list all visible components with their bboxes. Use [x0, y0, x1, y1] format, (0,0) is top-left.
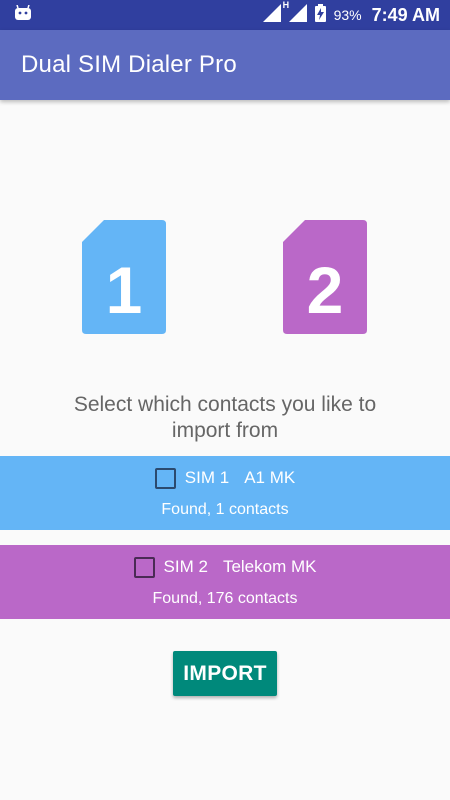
sim2-checkbox[interactable] — [133, 556, 155, 578]
android-debug-icon — [14, 4, 32, 26]
sim2-carrier: Telekom MK — [222, 557, 317, 576]
sim2-card-icon[interactable]: 2 — [283, 220, 367, 334]
status-left — [14, 4, 32, 26]
sim1-card-icon[interactable]: 1 — [82, 220, 166, 334]
status-right: H 93% 7:49 AM — [262, 0, 440, 27]
sim1-carrier: A1 MK — [244, 468, 296, 487]
sim1-row[interactable]: SIM 1 A1 MK Found, 1 contacts — [0, 456, 450, 530]
app-bar: Dual SIM Dialer Pro — [0, 30, 450, 100]
sim1-checkbox[interactable] — [154, 467, 176, 489]
signal-h-icon: H — [283, 0, 307, 27]
sim2-row-header: SIM 2 Telekom MK — [133, 556, 317, 578]
clock: 7:49 AM — [371, 4, 440, 25]
sim2-row[interactable]: SIM 2 Telekom MK Found, 176 contacts — [0, 545, 450, 619]
sim2-number: 2 — [307, 253, 344, 327]
sim1-found-count: Found, 1 contacts — [161, 500, 289, 518]
sim2-found-count: Found, 176 contacts — [152, 589, 298, 607]
import-prompt: Select which contacts you like to import… — [0, 392, 450, 444]
sim2-label: SIM 2 — [163, 557, 208, 576]
battery-charging-icon — [314, 3, 326, 27]
battery-percent: 93% — [333, 7, 362, 23]
signal-icon — [262, 3, 281, 27]
prompt-line-2: import from — [171, 419, 279, 442]
network-type-label: H — [282, 0, 290, 10]
sim1-row-header: SIM 1 A1 MK — [154, 467, 296, 489]
sim1-number: 1 — [106, 253, 143, 327]
import-button[interactable]: IMPORT — [173, 651, 277, 696]
app-title: Dual SIM Dialer Pro — [21, 51, 237, 78]
sim1-label: SIM 1 — [184, 468, 230, 487]
prompt-line-1: Select which contacts you like to — [73, 393, 377, 416]
status-bar: H 93% 7:49 AM — [0, 0, 450, 30]
